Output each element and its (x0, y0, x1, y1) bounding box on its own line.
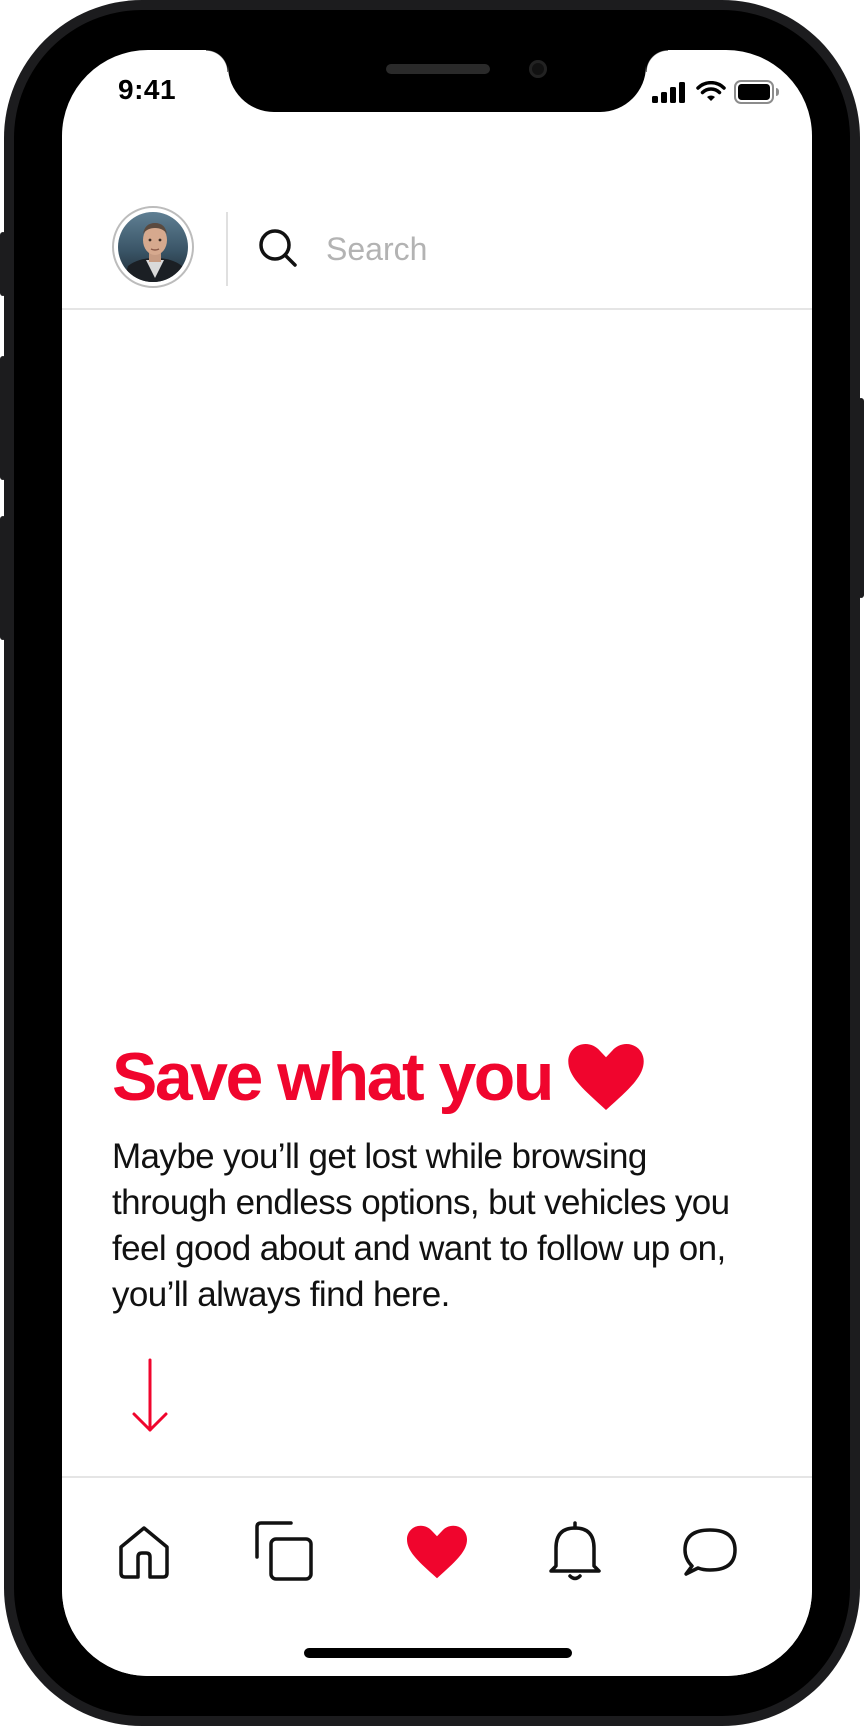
front-camera (529, 60, 547, 78)
app-screen: 9:41 Search Save what you Maybe you’ll g… (62, 50, 812, 1676)
hero-title: Save what you (112, 1038, 644, 1116)
avatar[interactable] (112, 206, 194, 288)
volume-up-button (0, 356, 6, 480)
tab-favorites[interactable] (397, 1512, 477, 1592)
earpiece-speaker (386, 64, 490, 74)
tab-collections[interactable] (244, 1512, 324, 1592)
profile-avatar (118, 212, 188, 282)
tab-home[interactable] (104, 1512, 184, 1592)
avatar-photo (123, 223, 187, 282)
tab-notifications[interactable] (535, 1512, 615, 1592)
volume-down-button (0, 516, 6, 640)
home-icon (119, 1526, 169, 1579)
wifi-icon (696, 81, 726, 101)
chat-bubble-icon (683, 1528, 737, 1576)
app-header (62, 148, 812, 310)
notch (206, 50, 668, 112)
hero-title-text: Save what you (112, 1039, 554, 1115)
cellular-signal-icon (652, 82, 685, 103)
power-button (858, 398, 864, 598)
bell-icon (549, 1521, 601, 1581)
mute-switch (0, 232, 6, 296)
search-icon[interactable] (258, 228, 298, 268)
collections-icon (255, 1521, 313, 1581)
hero-description: Maybe you’ll get lost while browsing thr… (112, 1137, 730, 1314)
phone-frame: 9:41 Search Save what you Maybe you’ll g… (0, 0, 864, 1726)
status-icons (652, 80, 780, 104)
home-indicator[interactable] (304, 1648, 572, 1658)
heart-icon (407, 1525, 467, 1579)
status-time: 9:41 (118, 74, 177, 105)
battery-icon (734, 80, 779, 104)
heart-icon (568, 1044, 644, 1110)
arrow-down-icon[interactable] (130, 1358, 170, 1434)
bottom-tab-bar (62, 1476, 812, 1676)
header-divider (226, 212, 228, 286)
search-input[interactable] (324, 224, 768, 274)
tab-messages[interactable] (670, 1512, 750, 1592)
